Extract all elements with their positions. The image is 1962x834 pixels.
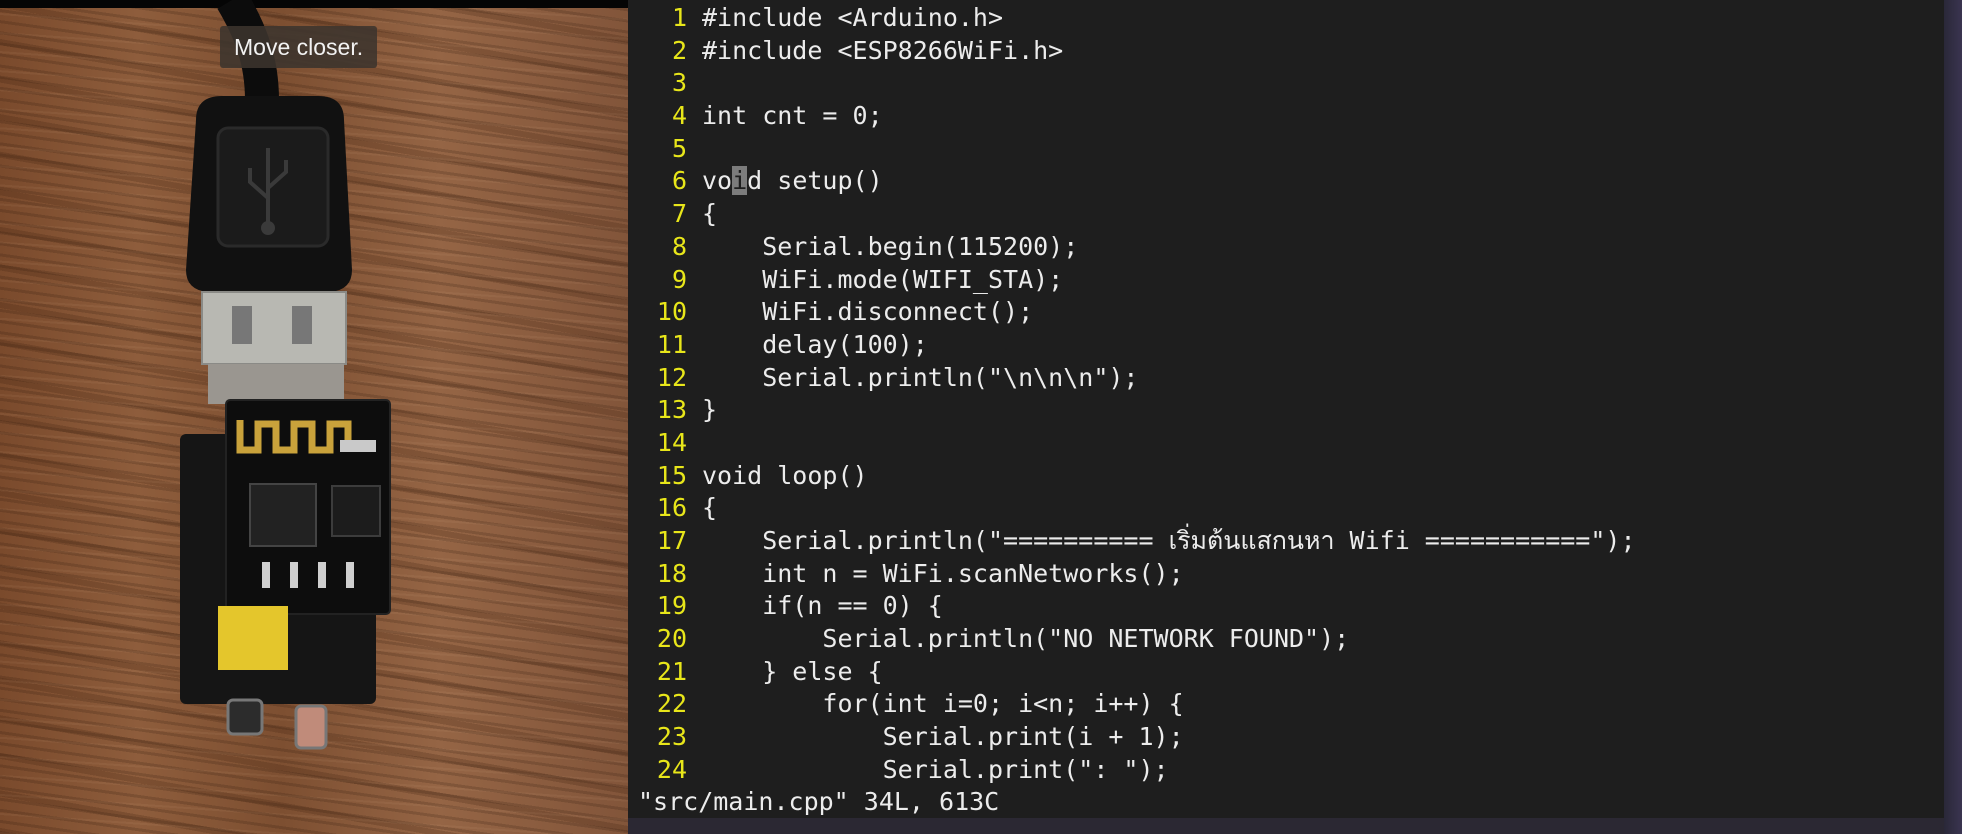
line-text[interactable]: Serial.print(": ");	[687, 754, 1169, 787]
usb-slot-left	[232, 306, 252, 344]
code-line[interactable]: 4 int cnt = 0;	[628, 100, 1944, 133]
line-number: 3	[671, 68, 687, 98]
code-line[interactable]: 18 int n = WiFi.scanNetworks();	[628, 558, 1944, 591]
line-text-before-cursor: vo	[702, 166, 733, 196]
line-text[interactable]: delay(100);	[687, 329, 928, 362]
line-text-after-cursor: d setup()	[747, 166, 883, 196]
push-button-right	[294, 704, 328, 750]
code-buffer[interactable]: 1 #include <Arduino.h> 2 #include <ESP8266W…	[628, 2, 1944, 787]
push-button-left	[226, 698, 264, 736]
line-number: 14	[656, 427, 687, 457]
code-line[interactable]: 6 void setup()	[628, 165, 1944, 198]
line-text[interactable]: WiFi.mode(WIFI_STA);	[687, 264, 1063, 297]
line-number: 7	[671, 199, 687, 229]
code-line[interactable]: 15 void loop()	[628, 460, 1944, 493]
line-number: 16	[656, 493, 687, 523]
line-text[interactable]	[687, 427, 702, 460]
line-number: 19	[656, 591, 687, 621]
camera-view: Move closer.	[0, 0, 628, 834]
line-number: 6	[671, 166, 687, 196]
esp-chip	[249, 483, 317, 547]
line-text[interactable]: {	[687, 198, 717, 231]
line-text[interactable]: Serial.println("\n\n\n");	[687, 362, 1138, 395]
line-number: 18	[656, 558, 687, 588]
code-line[interactable]: 20 Serial.println("NO NETWORK FOUND");	[628, 623, 1944, 656]
line-number: 1	[671, 3, 687, 32]
line-number: 10	[656, 297, 687, 327]
line-text[interactable]: Serial.println("NO NETWORK FOUND");	[687, 623, 1349, 656]
line-text[interactable]: #include <ESP8266WiFi.h>	[687, 35, 1063, 68]
code-line[interactable]: 16{	[628, 492, 1944, 525]
code-line[interactable]: 24 Serial.print(": ");	[628, 754, 1944, 787]
line-text[interactable]: WiFi.disconnect();	[687, 296, 1033, 329]
code-line[interactable]: 21 } else {	[628, 656, 1944, 689]
line-text[interactable]: void loop()	[687, 460, 868, 493]
line-text[interactable]: for(int i=0; i<n; i++) {	[687, 688, 1183, 721]
line-number: 5	[671, 133, 687, 163]
line-number: 24	[656, 754, 687, 784]
module-label-strip	[340, 440, 376, 452]
line-text[interactable]: #include <Arduino.h>	[687, 2, 1003, 35]
antenna-trace	[236, 420, 352, 454]
line-text[interactable]: int cnt = 0;	[687, 100, 883, 133]
code-line[interactable]: 23 Serial.print(i + 1);	[628, 721, 1944, 754]
usb-receptacle	[201, 291, 347, 365]
line-text[interactable]	[687, 67, 702, 100]
code-line[interactable]: 1 #include <Arduino.h>	[628, 2, 1944, 35]
code-line[interactable]: 8 Serial.begin(115200);	[628, 231, 1944, 264]
line-text[interactable]: Serial.print(i + 1);	[687, 721, 1184, 754]
code-line[interactable]: 11 delay(100);	[628, 329, 1944, 362]
esp01-usb-adapter-photo	[180, 0, 391, 750]
line-number: 23	[656, 722, 687, 752]
yellow-switch	[218, 606, 288, 670]
code-line[interactable]: 5	[628, 133, 1944, 166]
code-line[interactable]: 19 if(n == 0) {	[628, 590, 1944, 623]
code-line[interactable]: 2 #include <ESP8266WiFi.h>	[628, 35, 1944, 68]
code-line[interactable]: 14	[628, 427, 1944, 460]
line-text[interactable]: Serial.begin(115200);	[687, 231, 1078, 264]
line-number: 11	[656, 329, 687, 359]
code-line[interactable]: 17 Serial.println("========== เริ่มต้นแส…	[628, 525, 1944, 558]
line-number: 4	[671, 101, 687, 131]
code-line[interactable]: 12 Serial.println("\n\n\n");	[628, 362, 1944, 395]
usb-slot-right	[292, 306, 312, 344]
line-text[interactable]: void setup()	[687, 165, 883, 198]
line-text[interactable]: }	[687, 394, 717, 427]
line-number: 21	[656, 656, 687, 686]
line-text[interactable]: int n = WiFi.scanNetworks();	[687, 558, 1183, 591]
flash-chip	[331, 485, 381, 537]
line-number: 9	[671, 264, 687, 294]
screen: Move closer. 1 #include <Arduino.h> 2 #incl…	[0, 0, 1962, 834]
line-number: 22	[656, 689, 687, 719]
line-number: 20	[656, 624, 687, 654]
line-number: 2	[671, 35, 687, 65]
line-text[interactable]: Serial.println("========== เริ่มต้นแสกนห…	[687, 525, 1635, 558]
line-number: 8	[671, 231, 687, 261]
code-line[interactable]: 7{	[628, 198, 1944, 231]
line-text[interactable]: {	[687, 492, 717, 525]
text-cursor: i	[732, 166, 748, 196]
line-text[interactable]: } else {	[687, 656, 882, 689]
line-text[interactable]	[687, 133, 702, 166]
usb-plug-metal	[208, 364, 344, 404]
code-line[interactable]: 13}	[628, 394, 1944, 427]
vim-status-line: "src/main.cpp" 34L, 613C	[638, 787, 1000, 816]
line-number: 15	[656, 460, 687, 490]
line-number: 12	[656, 362, 687, 392]
code-line[interactable]: 3	[628, 67, 1944, 100]
editor-bottom-strip	[628, 818, 1944, 834]
code-line[interactable]: 9 WiFi.mode(WIFI_STA);	[628, 264, 1944, 297]
camera-hint-label: Move closer.	[220, 26, 378, 68]
line-text[interactable]: if(n == 0) {	[687, 590, 943, 623]
line-number: 13	[656, 395, 687, 425]
window-edge	[1944, 0, 1962, 834]
code-line[interactable]: 22 for(int i=0; i<n; i++) {	[628, 688, 1944, 721]
line-number: 17	[656, 526, 687, 555]
vim-editor[interactable]: 1 #include <Arduino.h> 2 #include <ESP8266W…	[628, 0, 1944, 834]
code-line[interactable]: 10 WiFi.disconnect();	[628, 296, 1944, 329]
